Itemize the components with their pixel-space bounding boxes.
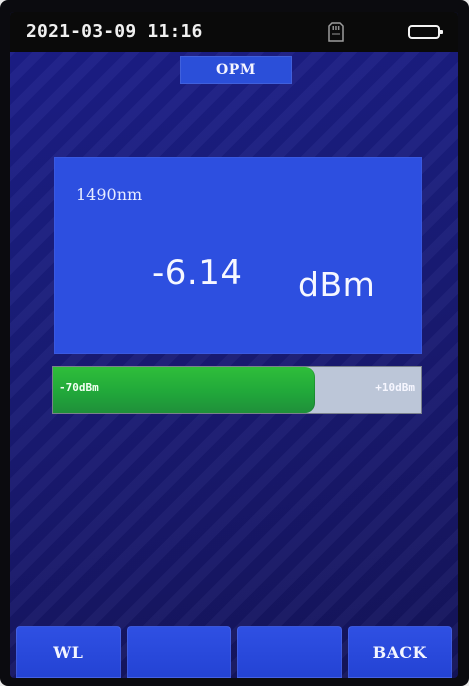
datetime: 2021-03-09 11:16 <box>26 21 203 42</box>
reading-panel: 1490nm -6.14 dBm <box>54 157 422 354</box>
softkey-2[interactable] <box>126 626 231 678</box>
power-meter-bar: -70dBm +10dBm <box>52 366 422 414</box>
device-frame: 2021-03-09 11:16 OPM 1490nm -6.14 dBm -7… <box>0 0 469 686</box>
meter-min-label: -70dBm <box>59 381 99 394</box>
softkey-bar: WL BACK <box>10 626 458 678</box>
power-unit: dBm <box>298 265 376 304</box>
status-bar: 2021-03-09 11:16 <box>10 12 458 52</box>
screen: 2021-03-09 11:16 OPM 1490nm -6.14 dBm -7… <box>10 12 458 678</box>
power-value: -6.14 <box>152 253 243 293</box>
mode-tab: OPM <box>180 56 292 84</box>
meter-max-label: +10dBm <box>375 381 415 394</box>
wavelength-label: 1490nm <box>76 185 143 204</box>
sd-card-icon <box>328 22 344 42</box>
softkey-wl[interactable]: WL <box>16 626 121 678</box>
softkey-back[interactable]: BACK <box>347 626 452 678</box>
softkey-3[interactable] <box>237 626 342 678</box>
battery-icon <box>408 24 444 40</box>
